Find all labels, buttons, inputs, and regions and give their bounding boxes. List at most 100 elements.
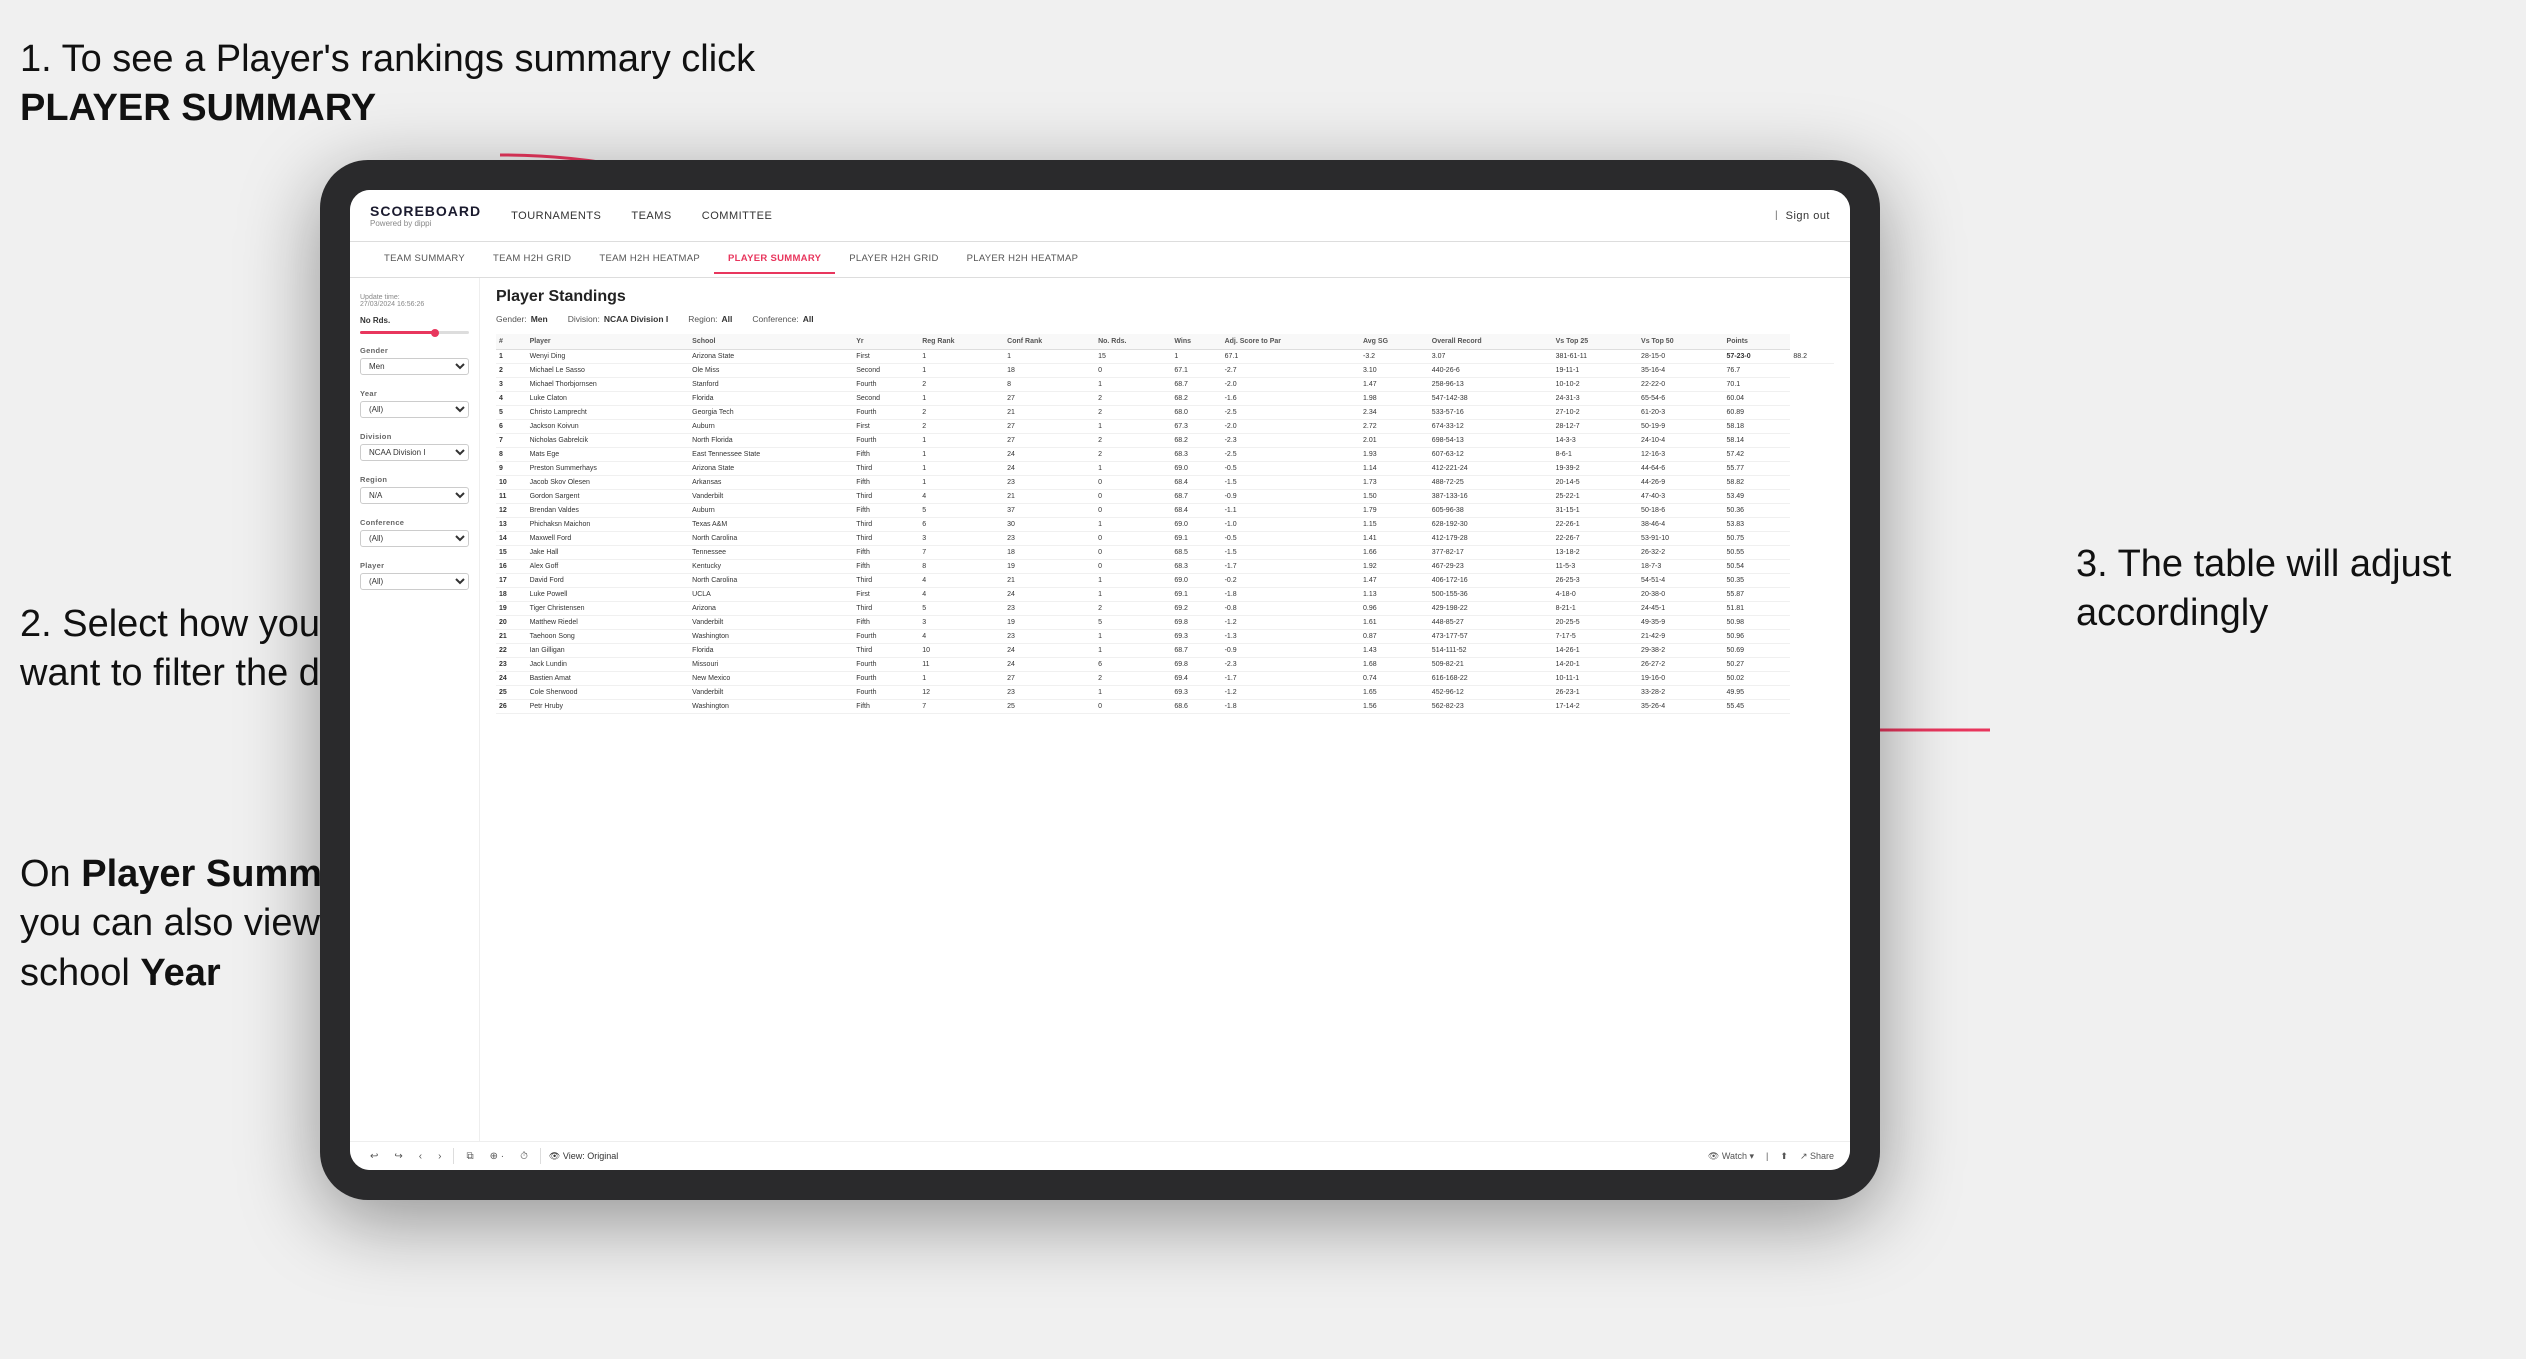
- data-cell: 67.3: [1171, 420, 1221, 434]
- data-cell: 1.66: [1360, 546, 1429, 560]
- points-cell: 55.77: [1724, 462, 1791, 476]
- rank-cell: 21: [496, 630, 527, 644]
- data-cell: Tennessee: [689, 546, 853, 560]
- redo-btn[interactable]: ↪: [390, 1149, 406, 1164]
- division-select[interactable]: NCAA Division I: [360, 444, 469, 461]
- player-cell: Luke Powell: [527, 588, 690, 602]
- undo-btn[interactable]: ↩: [366, 1149, 382, 1164]
- data-cell: 68.3: [1171, 448, 1221, 462]
- filter-region: Region: All: [688, 314, 732, 324]
- data-cell: 44-26-9: [1638, 476, 1723, 490]
- data-cell: 5: [1095, 616, 1171, 630]
- data-cell: North Carolina: [689, 574, 853, 588]
- rank-cell: 24: [496, 672, 527, 686]
- data-cell: 473-177-57: [1429, 630, 1553, 644]
- clock-btn[interactable]: ⏱: [516, 1149, 532, 1164]
- copy-btn[interactable]: ⧉: [462, 1149, 477, 1164]
- data-cell: 0: [1095, 504, 1171, 518]
- data-cell: 68.7: [1171, 490, 1221, 504]
- player-cell: Maxwell Ford: [527, 532, 690, 546]
- data-cell: 1: [1095, 574, 1171, 588]
- nav-committee[interactable]: COMMITTEE: [702, 206, 773, 226]
- data-cell: 1.92: [1360, 560, 1429, 574]
- paste-btn[interactable]: ⊕ ·: [486, 1149, 509, 1164]
- data-cell: 547-142-38: [1429, 392, 1553, 406]
- data-cell: 23: [1004, 630, 1095, 644]
- data-cell: 19-39-2: [1553, 462, 1638, 476]
- data-cell: Third: [853, 574, 919, 588]
- player-cell: Wenyi Ding: [527, 350, 690, 364]
- data-cell: 17-14-2: [1553, 700, 1638, 714]
- data-cell: 69.8: [1171, 616, 1221, 630]
- table-row: 14Maxwell FordNorth CarolinaThird323069.…: [496, 532, 1834, 546]
- data-cell: First: [853, 350, 919, 364]
- points-cell: 50.54: [1724, 560, 1791, 574]
- nav-tournaments[interactable]: TOURNAMENTS: [511, 206, 601, 226]
- data-cell: 698-54-13: [1429, 434, 1553, 448]
- data-cell: 10: [919, 644, 1004, 658]
- slider-track[interactable]: [360, 331, 469, 334]
- points-cell: 55.87: [1724, 588, 1791, 602]
- data-cell: 452-96-12: [1429, 686, 1553, 700]
- data-cell: -1.8: [1222, 700, 1360, 714]
- rank-cell: 11: [496, 490, 527, 504]
- data-cell: 24: [1004, 658, 1095, 672]
- logo-text: SCOREBOARD: [370, 203, 481, 219]
- tab-player-summary[interactable]: PLAYER SUMMARY: [714, 245, 835, 274]
- data-cell: 1: [1171, 350, 1221, 364]
- data-cell: 28-15-0: [1638, 350, 1723, 364]
- tab-team-h2h-heatmap[interactable]: TEAM H2H HEATMAP: [585, 245, 714, 274]
- region-select[interactable]: N/A: [360, 487, 469, 504]
- tab-team-h2h-grid[interactable]: TEAM H2H GRID: [479, 245, 585, 274]
- data-cell: 11: [919, 658, 1004, 672]
- slider-thumb[interactable]: [431, 329, 439, 337]
- table-row: 18Luke PowellUCLAFirst424169.1-1.81.1350…: [496, 588, 1834, 602]
- table-area: Player Standings Gender: Men Division: N…: [480, 278, 1850, 1141]
- forward-btn[interactable]: ›: [434, 1149, 445, 1164]
- rank-cell: 9: [496, 462, 527, 476]
- watch-btn[interactable]: 👁 Watch ▾: [1708, 1151, 1754, 1162]
- nav-teams[interactable]: TEAMS: [631, 206, 671, 226]
- division-label: Division: [360, 432, 469, 441]
- data-cell: Auburn: [689, 420, 853, 434]
- col-no-rds: No. Rds.: [1095, 334, 1171, 350]
- nav-sign-out[interactable]: Sign out: [1786, 206, 1830, 226]
- data-cell: 1: [919, 476, 1004, 490]
- tablet-device: SCOREBOARD Powered by dippi TOURNAMENTS …: [320, 160, 1880, 1200]
- data-cell: Third: [853, 602, 919, 616]
- data-cell: 35-26-4: [1638, 700, 1723, 714]
- rank-cell: 19: [496, 602, 527, 616]
- data-cell: 440-26-6: [1429, 364, 1553, 378]
- data-cell: 44-64-6: [1638, 462, 1723, 476]
- data-cell: Fourth: [853, 630, 919, 644]
- data-cell: Arizona State: [689, 462, 853, 476]
- tab-team-summary[interactable]: TEAM SUMMARY: [370, 245, 479, 274]
- step1-text: 1. To see a Player's rankings summary cl…: [20, 38, 755, 129]
- year-select[interactable]: (All): [360, 401, 469, 418]
- filter-gender: Gender: Men: [496, 314, 548, 324]
- rank-cell: 3: [496, 378, 527, 392]
- export-btn[interactable]: ⬆: [1780, 1151, 1788, 1162]
- tab-player-h2h-heatmap[interactable]: PLAYER H2H HEATMAP: [953, 245, 1093, 274]
- data-cell: 68.4: [1171, 504, 1221, 518]
- player-cell: Taehoon Song: [527, 630, 690, 644]
- filter-row: Gender: Men Division: NCAA Division I Re…: [496, 314, 1834, 324]
- conference-select[interactable]: (All): [360, 530, 469, 547]
- gender-select[interactable]: Men: [360, 358, 469, 375]
- back-btn[interactable]: ‹: [415, 1149, 426, 1164]
- tab-player-h2h-grid[interactable]: PLAYER H2H GRID: [835, 245, 952, 274]
- data-cell: 562-82-23: [1429, 700, 1553, 714]
- data-cell: 68.6: [1171, 700, 1221, 714]
- player-select[interactable]: (All): [360, 573, 469, 590]
- data-cell: 467-29-23: [1429, 560, 1553, 574]
- data-cell: -0.5: [1222, 532, 1360, 546]
- points-cell: 58.18: [1724, 420, 1791, 434]
- data-cell: 10-10-2: [1553, 378, 1638, 392]
- rank-cell: 4: [496, 392, 527, 406]
- data-cell: 69.0: [1171, 462, 1221, 476]
- col-player: Player: [527, 334, 690, 350]
- data-cell: 6: [1095, 658, 1171, 672]
- share-btn[interactable]: ↗ Share: [1800, 1151, 1834, 1162]
- rank-cell: 23: [496, 658, 527, 672]
- player-cell: David Ford: [527, 574, 690, 588]
